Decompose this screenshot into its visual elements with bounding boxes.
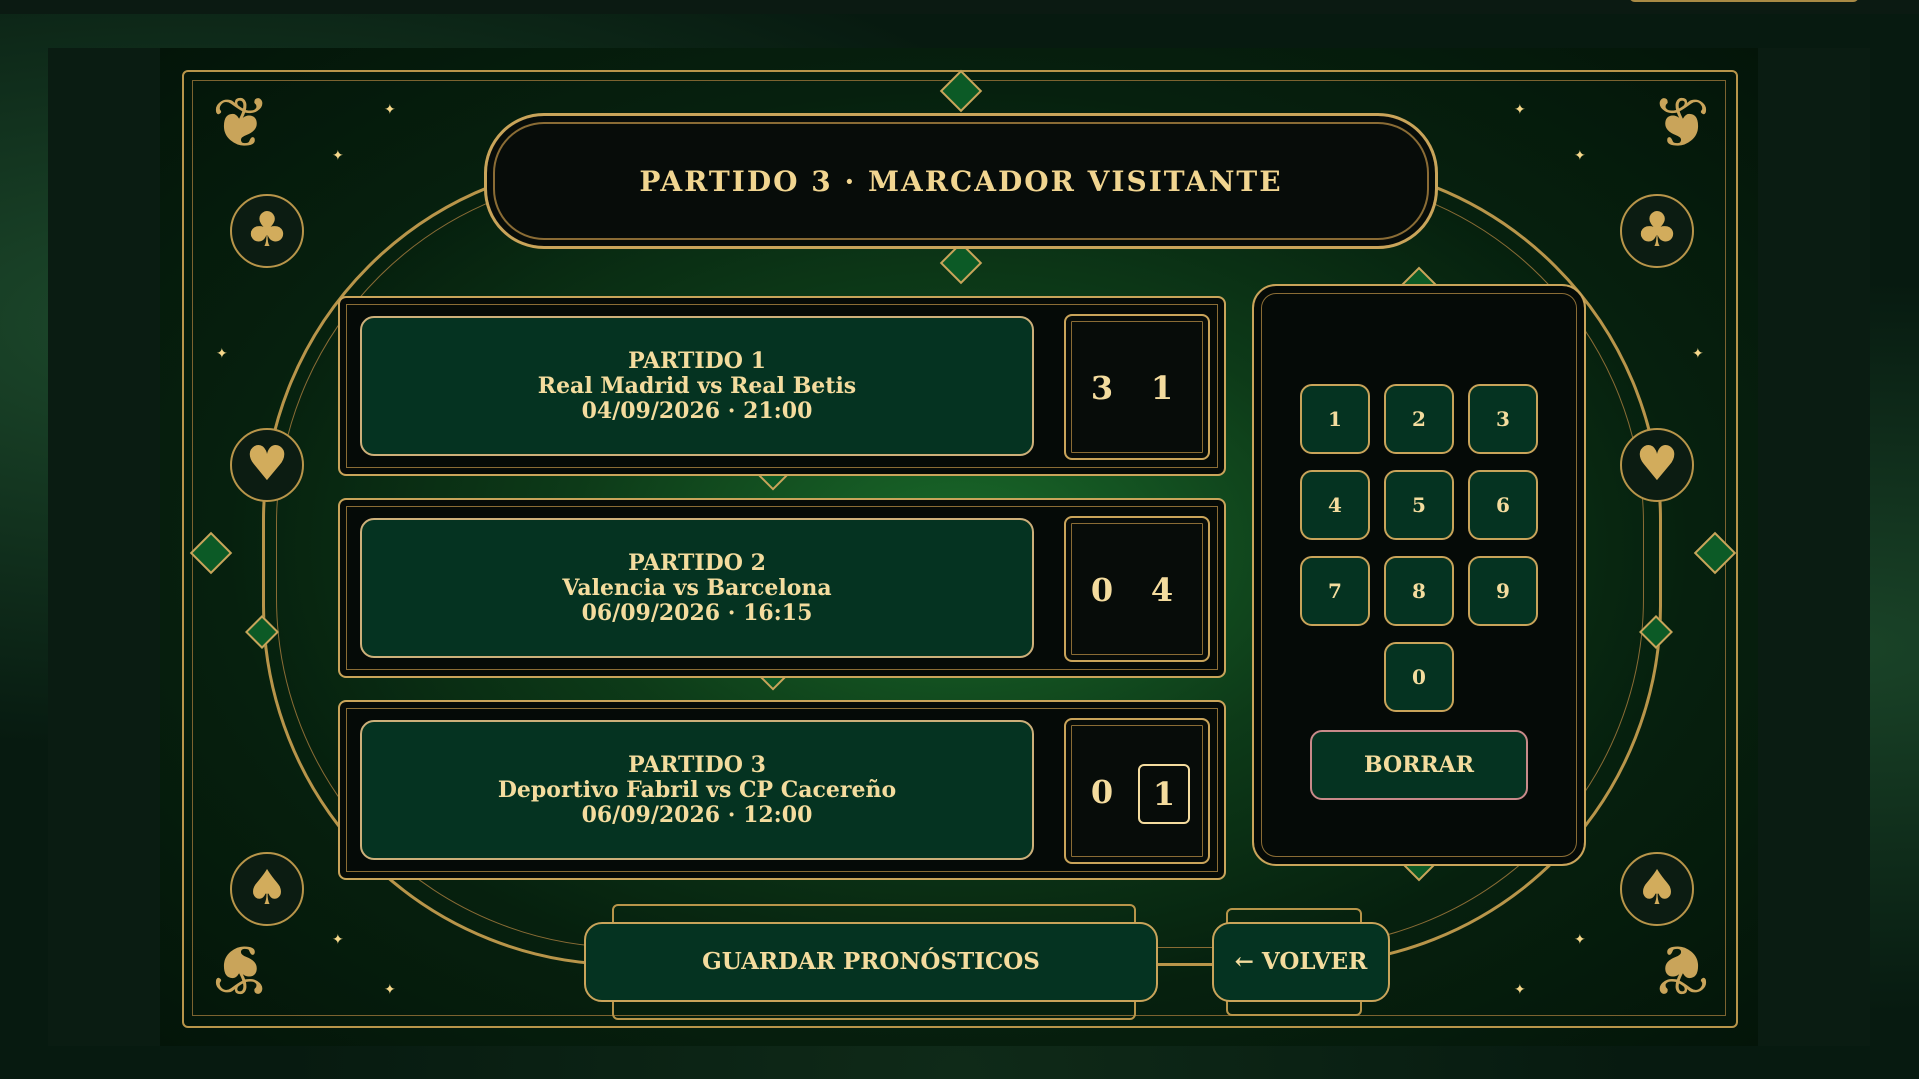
match-teams: Deportivo Fabril vs CP Cacereño [497, 776, 897, 803]
top-bar-pill [1629, 0, 1859, 2]
home-score[interactable]: 0 [1078, 764, 1126, 820]
save-predictions-button[interactable]: GUARDAR PRONÓSTICOS [584, 922, 1158, 1002]
corner-ornament-icon: ❦ [211, 82, 271, 164]
sparkle-icon: ✦ [216, 346, 228, 362]
match-info: PARTIDO 1 Real Madrid vs Real Betis 04/0… [360, 316, 1034, 456]
home-score[interactable]: 0 [1078, 562, 1126, 618]
match-card: PARTIDO 2 Valencia vs Barcelona 06/09/20… [338, 498, 1226, 678]
match-label: PARTIDO 1 [628, 347, 766, 374]
key-4[interactable]: 4 [1300, 470, 1370, 540]
sparkle-icon: ✦ [1514, 982, 1526, 998]
key-3[interactable]: 3 [1468, 384, 1538, 454]
corner-ornament-icon: ❦ [1651, 928, 1711, 1010]
top-bar [0, 0, 1919, 14]
back-button[interactable]: ← VOLVER [1212, 922, 1390, 1002]
clear-button[interactable]: BORRAR [1310, 730, 1528, 800]
spade-icon: ♠ [1620, 852, 1694, 926]
sparkle-icon: ✦ [1692, 346, 1704, 362]
key-5[interactable]: 5 [1384, 470, 1454, 540]
score-box: 0 1 [1064, 718, 1210, 864]
key-9[interactable]: 9 [1468, 556, 1538, 626]
match-card: PARTIDO 1 Real Madrid vs Real Betis 04/0… [338, 296, 1226, 476]
corner-ornament-icon: ❦ [211, 928, 271, 1010]
match-datetime: 06/09/2026 · 16:15 [581, 599, 813, 626]
match-datetime: 06/09/2026 · 12:00 [581, 801, 813, 828]
match-label: PARTIDO 3 [628, 751, 766, 778]
keypad: 1 2 3 4 5 6 7 8 9 0 BORRAR [1252, 284, 1586, 866]
away-score[interactable]: 4 [1138, 562, 1186, 618]
heart-icon: ♥ [1620, 428, 1694, 502]
sparkle-icon: ✦ [1574, 148, 1586, 164]
score-box: 0 4 [1064, 516, 1210, 662]
match-info: PARTIDO 2 Valencia vs Barcelona 06/09/20… [360, 518, 1034, 658]
score-box: 3 1 [1064, 314, 1210, 460]
sparkle-icon: ✦ [384, 982, 396, 998]
club-icon: ♣ [1620, 194, 1694, 268]
sparkle-icon: ✦ [1514, 102, 1526, 118]
key-8[interactable]: 8 [1384, 556, 1454, 626]
match-label: PARTIDO 2 [628, 549, 766, 576]
key-6[interactable]: 6 [1468, 470, 1538, 540]
away-score-active[interactable]: 1 [1138, 764, 1190, 824]
page-title: PARTIDO 3 · MARCADOR VISITANTE [639, 164, 1283, 198]
sparkle-icon: ✦ [332, 932, 344, 948]
key-1[interactable]: 1 [1300, 384, 1370, 454]
club-icon: ♣ [230, 194, 304, 268]
home-score[interactable]: 3 [1078, 360, 1126, 416]
key-0[interactable]: 0 [1384, 642, 1454, 712]
match-teams: Valencia vs Barcelona [562, 574, 832, 601]
corner-ornament-icon: ❦ [1651, 82, 1711, 164]
match-teams: Real Madrid vs Real Betis [537, 372, 857, 399]
sparkle-icon: ✦ [332, 148, 344, 164]
sparkle-icon: ✦ [384, 102, 396, 118]
match-card: PARTIDO 3 Deportivo Fabril vs CP Cacereñ… [338, 700, 1226, 880]
key-7[interactable]: 7 [1300, 556, 1370, 626]
away-score[interactable]: 1 [1138, 360, 1186, 416]
key-2[interactable]: 2 [1384, 384, 1454, 454]
match-datetime: 04/09/2026 · 21:00 [581, 397, 813, 424]
match-info: PARTIDO 3 Deportivo Fabril vs CP Cacereñ… [360, 720, 1034, 860]
spade-icon: ♠ [230, 852, 304, 926]
heart-icon: ♥ [230, 428, 304, 502]
sparkle-icon: ✦ [1574, 932, 1586, 948]
title-plate: PARTIDO 3 · MARCADOR VISITANTE [484, 113, 1438, 249]
